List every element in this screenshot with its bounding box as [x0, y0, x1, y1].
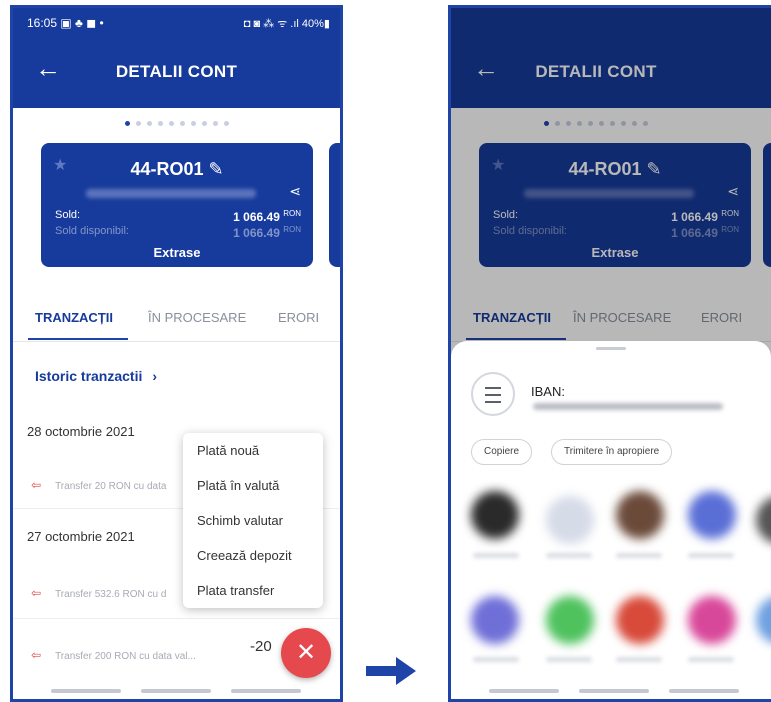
transaction-row[interactable]: ⇦ Transfer 200 RON cu data val... — [31, 648, 196, 662]
app-label-blurred — [546, 657, 592, 662]
phone-screen-left: 16:05 ▣ ♣ ◼ • ◘ ◙ ⁂ ᯤ .ıl 40%▮ ← DETALII… — [10, 5, 343, 702]
transaction-amount: -20 — [250, 638, 272, 655]
balance-currency: RON — [283, 209, 301, 218]
bottom-nav-indicators — [13, 685, 340, 699]
nav-pill — [141, 689, 211, 693]
divider — [13, 618, 340, 619]
carousel-dot — [124, 121, 130, 126]
status-bar: 16:05 ▣ ♣ ◼ • ◘ ◙ ⁂ ᯤ .ıl 40%▮ — [13, 8, 340, 40]
share-target-app[interactable] — [756, 496, 771, 544]
date-header: 28 octombrie 2021 — [27, 424, 135, 439]
menu-icon[interactable] — [471, 372, 515, 416]
tab-erori[interactable]: ERORI — [278, 310, 319, 325]
close-icon[interactable]: ✕ — [281, 628, 331, 678]
sheet-handle[interactable] — [596, 347, 626, 350]
history-link[interactable]: Istoric tranzactii › — [35, 368, 157, 384]
available-currency: RON — [283, 225, 301, 234]
nav-pill — [579, 689, 649, 693]
balance-label: Sold: — [55, 209, 81, 221]
copy-button[interactable]: Copiere — [471, 439, 533, 465]
carousel-dot — [223, 121, 229, 126]
quick-action-menu: Plată nouă Plată în valută Schimb valuta… — [183, 433, 323, 608]
tab-bar: TRANZACȚII ÎN PROCESARE ERORI — [13, 298, 340, 342]
phone-screen-right: ← DETALII CONT ★ 44-RO01 ✎ ⋖ Sold: 1 066… — [448, 5, 771, 702]
app-label-blurred — [546, 553, 592, 558]
app-label-blurred — [688, 657, 734, 662]
nav-pill — [489, 689, 559, 693]
carousel-dot — [212, 121, 218, 126]
tab-in-procesare[interactable]: ÎN PROCESARE — [148, 310, 246, 325]
app-label-blurred — [473, 553, 519, 558]
iban-label: IBAN: — [531, 384, 565, 399]
iban-blurred — [533, 403, 723, 410]
menu-item-schimb-valutar[interactable]: Schimb valutar — [183, 503, 323, 538]
tab-indicator — [28, 338, 128, 340]
date-header: 27 octombrie 2021 — [27, 529, 135, 544]
share-target-app[interactable] — [471, 596, 519, 644]
transaction-description: Transfer 532.6 RON cu d — [55, 589, 167, 600]
transaction-description: Transfer 20 RON cu data — [55, 481, 167, 492]
nearby-share-button[interactable]: Trimitere în apropiere — [551, 439, 673, 465]
share-icon[interactable]: ⋖ — [289, 183, 301, 200]
carousel-dots — [13, 121, 340, 126]
iban-blurred — [86, 189, 256, 198]
extrase-button[interactable]: Extrase — [41, 245, 313, 260]
nav-pill — [231, 689, 301, 693]
carousel-dot — [179, 121, 185, 126]
nav-pill — [51, 689, 121, 693]
transaction-row[interactable]: ⇦ Transfer 532.6 RON cu d — [31, 586, 166, 600]
carousel-dot — [146, 121, 152, 126]
share-target-app[interactable] — [688, 596, 736, 644]
transaction-description: Transfer 200 RON cu data val... — [55, 651, 196, 662]
share-target-app[interactable] — [471, 491, 519, 539]
app-label-blurred — [616, 553, 662, 558]
menu-item-plata-transfer[interactable]: Plata transfer — [183, 573, 323, 608]
chevron-right-icon: › — [152, 368, 158, 384]
next-card-peek[interactable] — [329, 143, 340, 267]
balance-value: 1 066.49 RON — [233, 209, 301, 224]
carousel-dot — [157, 121, 163, 126]
account-name[interactable]: 44-RO01 ✎ — [41, 159, 313, 180]
nav-pill — [669, 689, 739, 693]
app-label-blurred — [688, 553, 734, 558]
carousel-dot — [135, 121, 141, 126]
transfer-arrow-icon: ⇦ — [31, 586, 42, 600]
carousel-dot — [168, 121, 174, 126]
history-label: Istoric tranzactii — [35, 368, 143, 384]
transaction-row[interactable]: ⇦ Transfer 20 RON cu data — [31, 478, 166, 492]
share-bottom-sheet: IBAN: Copiere Trimitere în apropiere — [451, 341, 771, 699]
status-icons: ◘ ◙ ⁂ ᯤ .ıl 40%▮ — [243, 18, 330, 30]
share-target-app[interactable] — [546, 496, 594, 544]
status-time: 16:05 ▣ ♣ ◼ • — [27, 16, 104, 30]
app-label-blurred — [473, 657, 519, 662]
bottom-nav-indicators — [451, 685, 771, 699]
available-label: Sold disponibil: — [55, 225, 129, 237]
share-target-app[interactable] — [546, 596, 594, 644]
transfer-arrow-icon: ⇦ — [31, 648, 42, 662]
available-amount: 1 066.49 — [233, 226, 280, 240]
share-target-app[interactable] — [688, 491, 736, 539]
balance-amount: 1 066.49 — [233, 210, 280, 224]
account-card[interactable]: ★ 44-RO01 ✎ ⋖ Sold: 1 066.49 RON Sold di… — [41, 143, 313, 267]
share-target-app[interactable] — [756, 596, 771, 644]
account-content: ★ 44-RO01 ✎ ⋖ Sold: 1 066.49 RON Sold di… — [13, 108, 340, 699]
menu-item-plata-noua[interactable]: Plată nouă — [183, 433, 323, 468]
app-bar: ← DETALII CONT — [13, 40, 340, 108]
tab-tranzactii[interactable]: TRANZACȚII — [35, 310, 113, 325]
carousel-dot — [201, 121, 207, 126]
page-title: DETALII CONT — [115, 62, 238, 81]
app-label-blurred — [616, 657, 662, 662]
transfer-arrow-icon: ⇦ — [31, 478, 42, 492]
available-value: 1 066.49 RON — [233, 225, 301, 240]
menu-item-creeaza-depozit[interactable]: Creează depozit — [183, 538, 323, 573]
menu-item-plata-valuta[interactable]: Plată în valută — [183, 468, 323, 503]
share-target-app[interactable] — [616, 596, 664, 644]
share-target-app[interactable] — [616, 491, 664, 539]
carousel-dot — [190, 121, 196, 126]
